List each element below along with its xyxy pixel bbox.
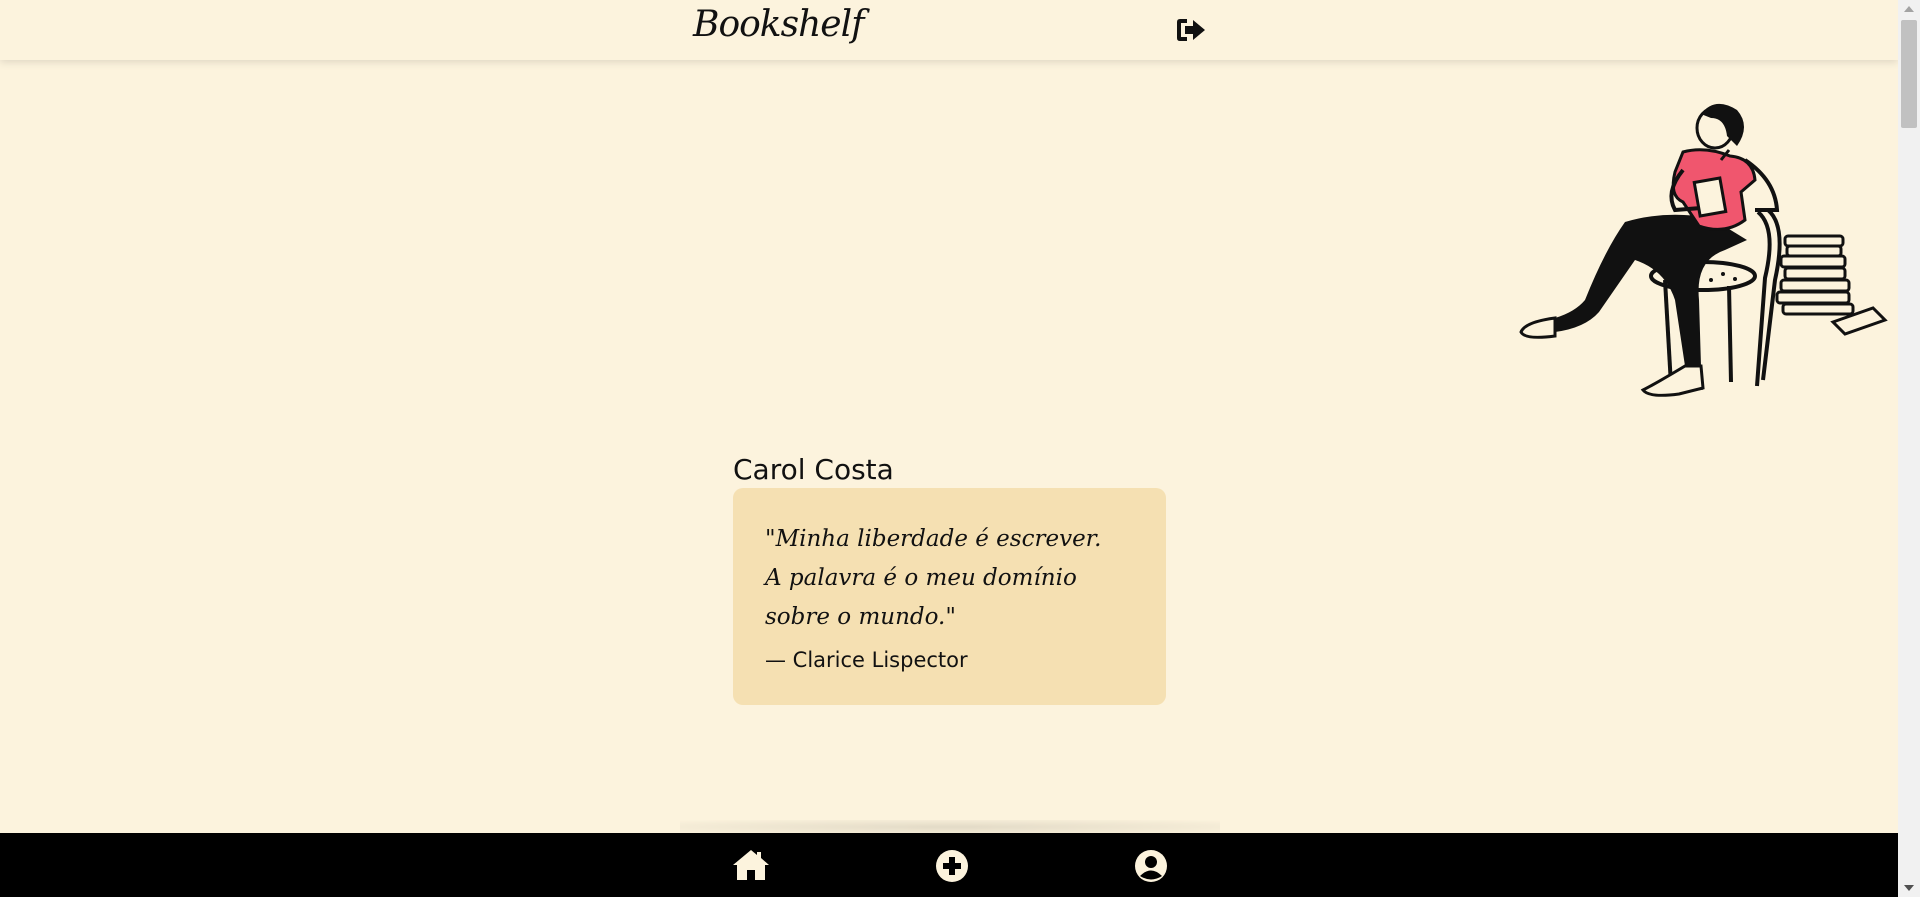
reader-illustration [1515, 100, 1895, 405]
content-shadow [680, 820, 1220, 834]
nav-profile-button[interactable] [1134, 849, 1170, 883]
scroll-up-arrow-icon[interactable] [1904, 6, 1914, 12]
nav-home-button[interactable] [732, 849, 769, 883]
plus-circle-icon [936, 850, 968, 882]
home-icon [733, 850, 769, 880]
brand-logo[interactable]: Bookshelf [693, 4, 864, 45]
bottom-nav [0, 833, 1898, 897]
scroll-down-arrow-icon[interactable] [1904, 885, 1914, 891]
logout-button[interactable] [1175, 15, 1207, 45]
scroll-thumb[interactable] [1901, 20, 1917, 128]
quote-text: "Minha liberdade é escrever. A palavra é… [765, 526, 1102, 630]
vertical-scrollbar[interactable] [1898, 0, 1920, 897]
quote-card: "Minha liberdade é escrever. A palavra é… [733, 488, 1166, 705]
nav-add-book-button[interactable] [935, 849, 971, 883]
profile-name: Carol Costa [733, 453, 894, 487]
user-circle-icon [1135, 850, 1167, 882]
top-header: Bookshelf [0, 0, 1898, 60]
quote-author: — Clarice Lispector [765, 648, 968, 672]
app-viewport: Bookshelf Carol Costa "Minha liberdade é… [0, 0, 1898, 897]
sign-out-icon [1177, 19, 1205, 41]
